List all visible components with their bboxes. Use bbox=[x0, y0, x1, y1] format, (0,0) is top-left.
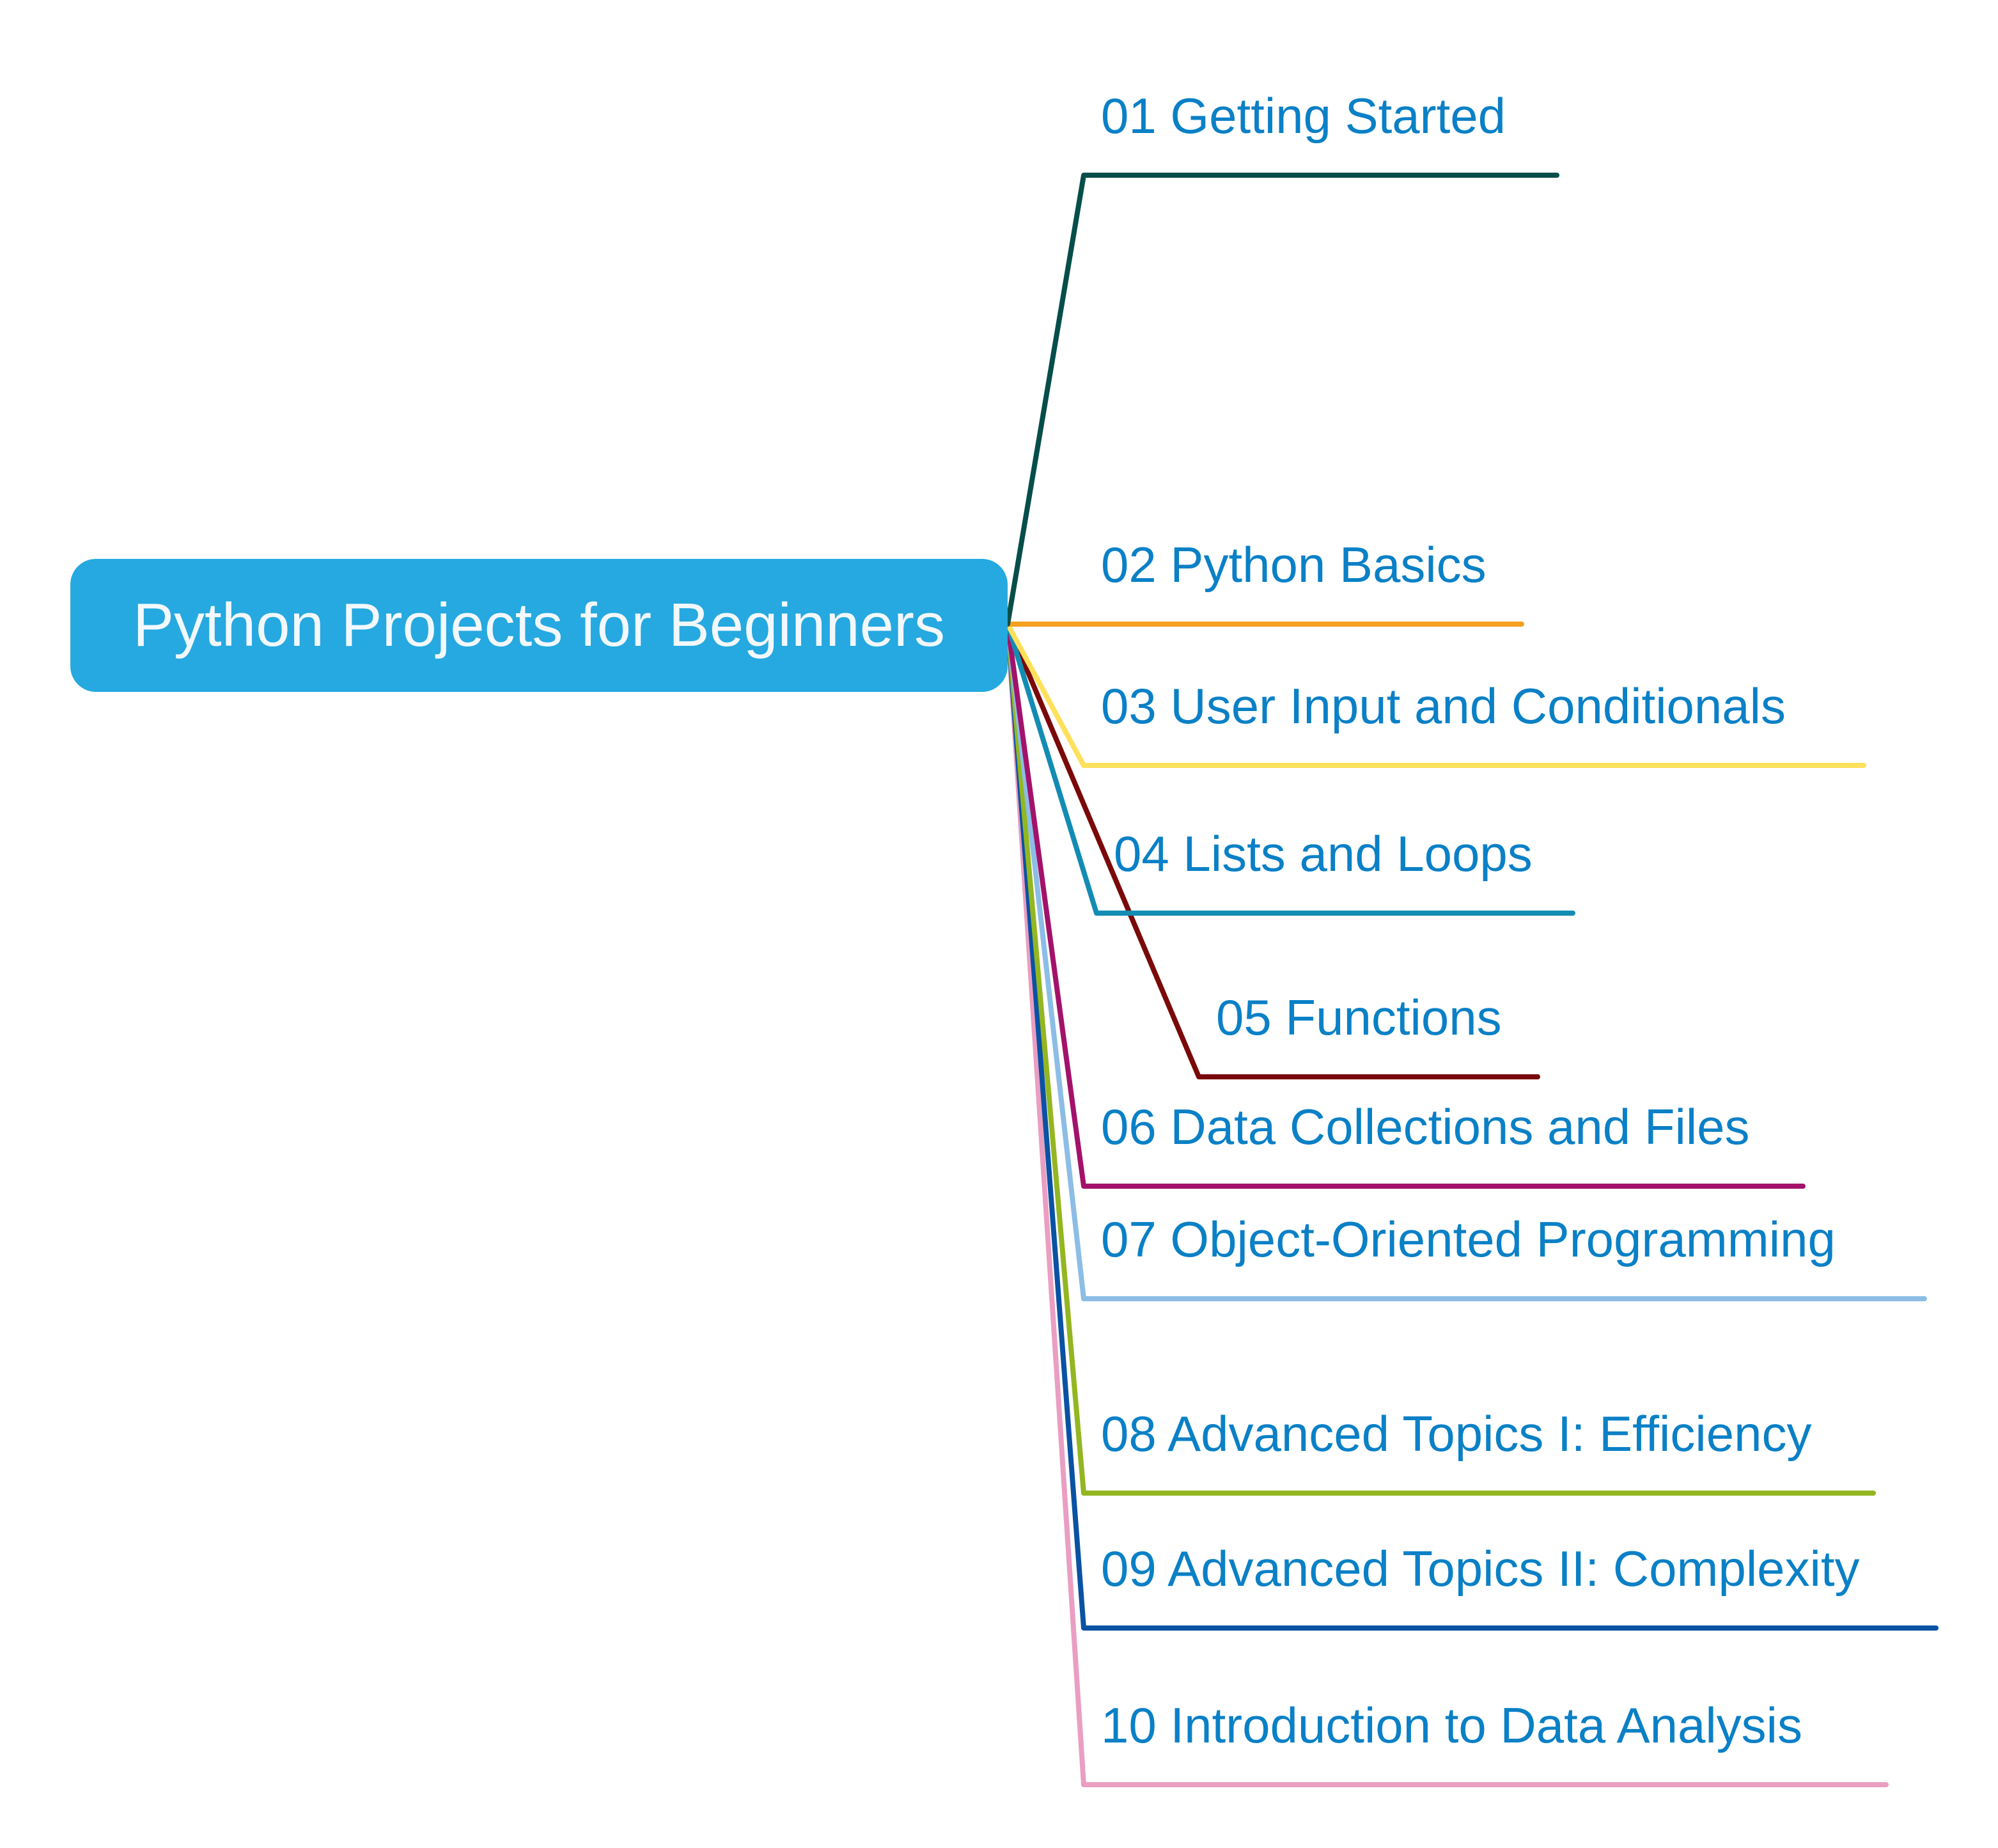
branch-label[interactable]: 09 Advanced Topics II: Complexity bbox=[1101, 1540, 1860, 1597]
branch-connector-line bbox=[1005, 622, 1889, 1787]
branch-connectors: 10 Introduction to Data Analysis 09 Advan… bbox=[1005, 88, 1939, 1787]
branch-label[interactable]: 05 Functions bbox=[1216, 989, 1502, 1045]
branch-label[interactable]: 04 Lists and Loops bbox=[1114, 826, 1533, 882]
branch-08[interactable]: 08 Advanced Topics I: Efficiency bbox=[1005, 622, 1876, 1496]
branch-04[interactable]: 04 Lists and Loops bbox=[1005, 622, 1575, 916]
branch-label[interactable]: 01 Getting Started bbox=[1101, 88, 1506, 144]
branch-label[interactable]: 02 Python Basics bbox=[1101, 536, 1487, 593]
branch-label[interactable]: 06 Data Collections and Files bbox=[1101, 1099, 1750, 1155]
branch-10[interactable]: 10 Introduction to Data Analysis bbox=[1005, 622, 1889, 1787]
branch-label[interactable]: 03 User Input and Conditionals bbox=[1101, 678, 1786, 734]
branch-label[interactable]: 08 Advanced Topics I: Efficiency bbox=[1101, 1406, 1811, 1462]
branch-connector-line bbox=[1005, 622, 1876, 1496]
branch-02[interactable]: 02 Python Basics bbox=[1005, 536, 1524, 627]
mind-map: 10 Introduction to Data Analysis 09 Advan… bbox=[0, 0, 1998, 1848]
branch-label[interactable]: 10 Introduction to Data Analysis bbox=[1101, 1697, 1802, 1753]
root-label: Python Projects for Beginners bbox=[133, 591, 945, 659]
branch-label[interactable]: 07 Object-Oriented Programming bbox=[1101, 1211, 1836, 1267]
root-node[interactable]: Python Projects for Beginners bbox=[70, 559, 1008, 692]
branch-03[interactable]: 03 User Input and Conditionals bbox=[1005, 622, 1866, 768]
